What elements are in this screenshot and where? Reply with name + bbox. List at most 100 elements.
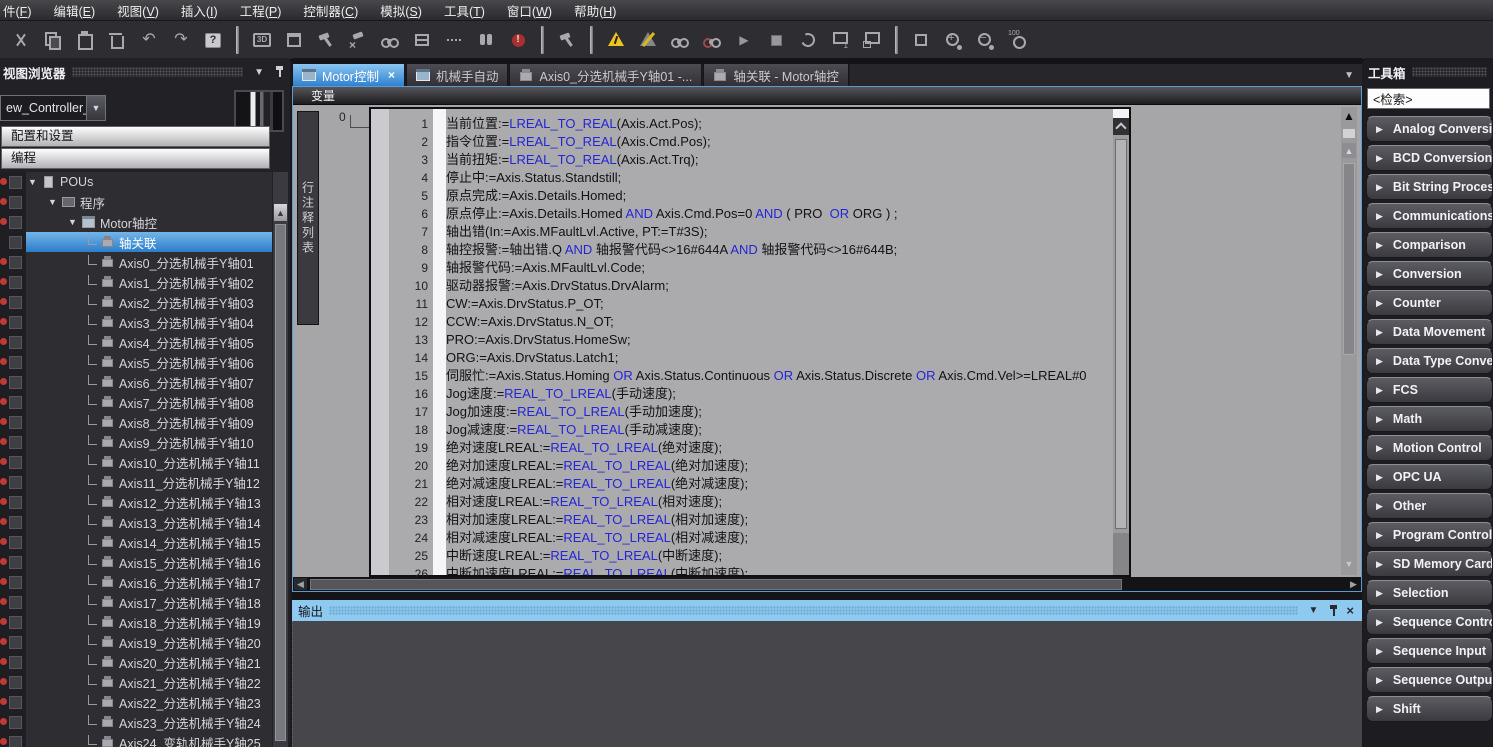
help-button[interactable]: [200, 27, 226, 53]
menu-item-w[interactable]: 窗口(W): [496, 0, 563, 22]
toolbox-category[interactable]: ▶Sequence Input: [1366, 638, 1493, 664]
tree-item[interactable]: ▼程序: [0, 192, 272, 212]
toolbox-category[interactable]: ▶Motion Control: [1366, 435, 1493, 461]
tree-item[interactable]: Axis0_分选机械手Y轴01: [0, 252, 272, 272]
menu-item-h[interactable]: 帮助(H): [563, 0, 627, 22]
expand-arrow-icon[interactable]: ▶: [1376, 443, 1383, 454]
expand-arrow-icon[interactable]: ▶: [1376, 501, 1383, 512]
toolbox-category[interactable]: ▶OPC UA: [1366, 464, 1493, 490]
view-3d-button[interactable]: [249, 27, 275, 53]
tree-item[interactable]: Axis17_分选机械手Y轴18: [0, 592, 272, 612]
pin-icon[interactable]: [275, 66, 284, 78]
error-list-button[interactable]: [505, 27, 531, 53]
expand-arrow-icon[interactable]: ▶: [1376, 269, 1383, 280]
toolbox-category[interactable]: ▶Other: [1366, 493, 1493, 519]
editor-vertical-scrollbar[interactable]: ▲ ▲ ▼: [1341, 107, 1357, 575]
toolbox-category[interactable]: ▶Comparison: [1366, 232, 1493, 258]
download-button[interactable]: [827, 27, 853, 53]
tree-item[interactable]: ▼POUs: [0, 172, 272, 192]
toolbox-category[interactable]: ▶Counter: [1366, 290, 1493, 316]
section-configuration[interactable]: 配置和设置: [1, 126, 270, 147]
tree-item[interactable]: Axis5_分选机械手Y轴06: [0, 352, 272, 372]
expand-arrow-icon[interactable]: ▶: [1376, 124, 1383, 135]
scrollbar-thumb[interactable]: [310, 579, 1122, 590]
menu-item-s[interactable]: 模拟(S): [369, 0, 433, 22]
expand-arrow-icon[interactable]: ▶: [1376, 298, 1383, 309]
fit-zoom-button[interactable]: [908, 27, 934, 53]
expand-arrow-icon[interactable]: ▶: [1376, 646, 1383, 657]
expand-arrow-icon[interactable]: ▶: [1376, 153, 1383, 164]
toolbox-category[interactable]: ▶Analog Conversion: [1366, 116, 1493, 142]
document-tab[interactable]: 机械手自动: [406, 63, 509, 86]
pin-icon[interactable]: [1329, 605, 1338, 617]
section-programming[interactable]: 编程: [1, 148, 270, 169]
scrollbar-thumb[interactable]: [1115, 139, 1127, 529]
tree-item[interactable]: Axis24_变轨机械手Y轴25: [0, 732, 272, 747]
scroll-up-icon[interactable]: [1113, 118, 1129, 135]
zoom-out-button[interactable]: [972, 27, 998, 53]
tree-item[interactable]: Axis22_分选机械手Y轴23: [0, 692, 272, 712]
menu-item-e[interactable]: 编辑(E): [42, 0, 106, 22]
expand-arrow-icon[interactable]: ▶: [1376, 675, 1383, 686]
controller-selector[interactable]: ew_Controller_0 ▼: [0, 95, 106, 121]
scrollbar-thumb[interactable]: [1343, 163, 1355, 355]
expand-arrow-icon[interactable]: ▶: [1376, 530, 1383, 541]
tree-item[interactable]: Axis3_分选机械手Y轴04: [0, 312, 272, 332]
stop-button[interactable]: [763, 27, 789, 53]
tree-item[interactable]: Axis12_分选机械手Y轴13: [0, 492, 272, 512]
offline-edit-button[interactable]: [635, 27, 661, 53]
toolbox-category[interactable]: ▶BCD Conversion: [1366, 145, 1493, 171]
zoom-100-button[interactable]: [1004, 27, 1030, 53]
zoom-in-button[interactable]: [940, 27, 966, 53]
code-canvas[interactable]: 行注释列表 0 12345678910111213141516171819202…: [293, 105, 1361, 577]
document-tab[interactable]: 轴关联 - Motor轴控: [703, 63, 849, 86]
tree-item[interactable]: Axis8_分选机械手Y轴09: [0, 412, 272, 432]
tree-item[interactable]: Axis10_分选机械手Y轴11: [0, 452, 272, 472]
tree-item[interactable]: Axis9_分选机械手Y轴10: [0, 432, 272, 452]
toolbox-category[interactable]: ▶Shift: [1366, 696, 1493, 722]
document-tab[interactable]: Motor控制×: [292, 63, 405, 86]
expand-arrow-icon[interactable]: ▶: [1376, 385, 1383, 396]
toolbox-category[interactable]: ▶FCS: [1366, 377, 1493, 403]
tree-item[interactable]: Axis20_分选机械手Y轴21: [0, 652, 272, 672]
jump-button[interactable]: [441, 27, 467, 53]
expand-arrow-icon[interactable]: ▶: [1376, 211, 1383, 222]
variables-bar[interactable]: 变量: [293, 87, 1361, 105]
run-button[interactable]: [731, 27, 757, 53]
scroll-left-icon[interactable]: ◀: [294, 578, 307, 590]
menu-item-p[interactable]: 工程(P): [229, 0, 293, 22]
menu-item-f[interactable]: 件(F): [0, 0, 42, 22]
expand-arrow-icon[interactable]: ▼: [28, 177, 39, 187]
scrollbar-mini-thumb[interactable]: [1343, 129, 1355, 138]
delete-button[interactable]: [104, 27, 130, 53]
expand-arrow-icon[interactable]: ▶: [1376, 356, 1383, 367]
tree-item[interactable]: Axis18_分选机械手Y轴19: [0, 612, 272, 632]
line-comment-list-tab[interactable]: 行注释列表: [297, 111, 319, 325]
expand-arrow-icon[interactable]: ▶: [1376, 414, 1383, 425]
monitor-button[interactable]: [667, 27, 693, 53]
build-button[interactable]: [313, 27, 339, 53]
document-tab[interactable]: Axis0_分选机械手Y轴01 -...: [509, 63, 702, 86]
upload-button[interactable]: [859, 27, 885, 53]
expand-arrow-icon[interactable]: ▼: [68, 217, 79, 227]
tree-item[interactable]: Axis13_分选机械手Y轴14: [0, 512, 272, 532]
code-text[interactable]: 当前位置:=LREAL_TO_REAL(Axis.Act.Pos);指令位置:=…: [446, 109, 1113, 575]
toolbox-category[interactable]: ▶SD Memory Card: [1366, 551, 1493, 577]
variable-check-button[interactable]: [409, 27, 435, 53]
rebuild-button[interactable]: [345, 27, 371, 53]
tree-item[interactable]: Axis16_分选机械手Y轴17: [0, 572, 272, 592]
tree-item[interactable]: Axis1_分选机械手Y轴02: [0, 272, 272, 292]
monitor-stop-button[interactable]: [699, 27, 725, 53]
toolbox-category[interactable]: ▶Program Control: [1366, 522, 1493, 548]
tree-item[interactable]: Axis7_分选机械手Y轴08: [0, 392, 272, 412]
expand-arrow-icon[interactable]: ▶: [1376, 588, 1383, 599]
expand-arrow-icon[interactable]: ▶: [1376, 704, 1383, 715]
scroll-up-icon[interactable]: ▲: [274, 204, 287, 221]
tree-item[interactable]: Axis15_分选机械手Y轴16: [0, 552, 272, 572]
chevron-down-icon[interactable]: ▼: [86, 96, 105, 120]
toolbox-category[interactable]: ▶Conversion: [1366, 261, 1493, 287]
splitter-arrow-icon[interactable]: ▲: [1341, 107, 1357, 125]
chevron-down-icon[interactable]: ▼: [254, 67, 264, 78]
tree-item[interactable]: Axis4_分选机械手Y轴05: [0, 332, 272, 352]
tree-item[interactable]: Axis14_分选机械手Y轴15: [0, 532, 272, 552]
